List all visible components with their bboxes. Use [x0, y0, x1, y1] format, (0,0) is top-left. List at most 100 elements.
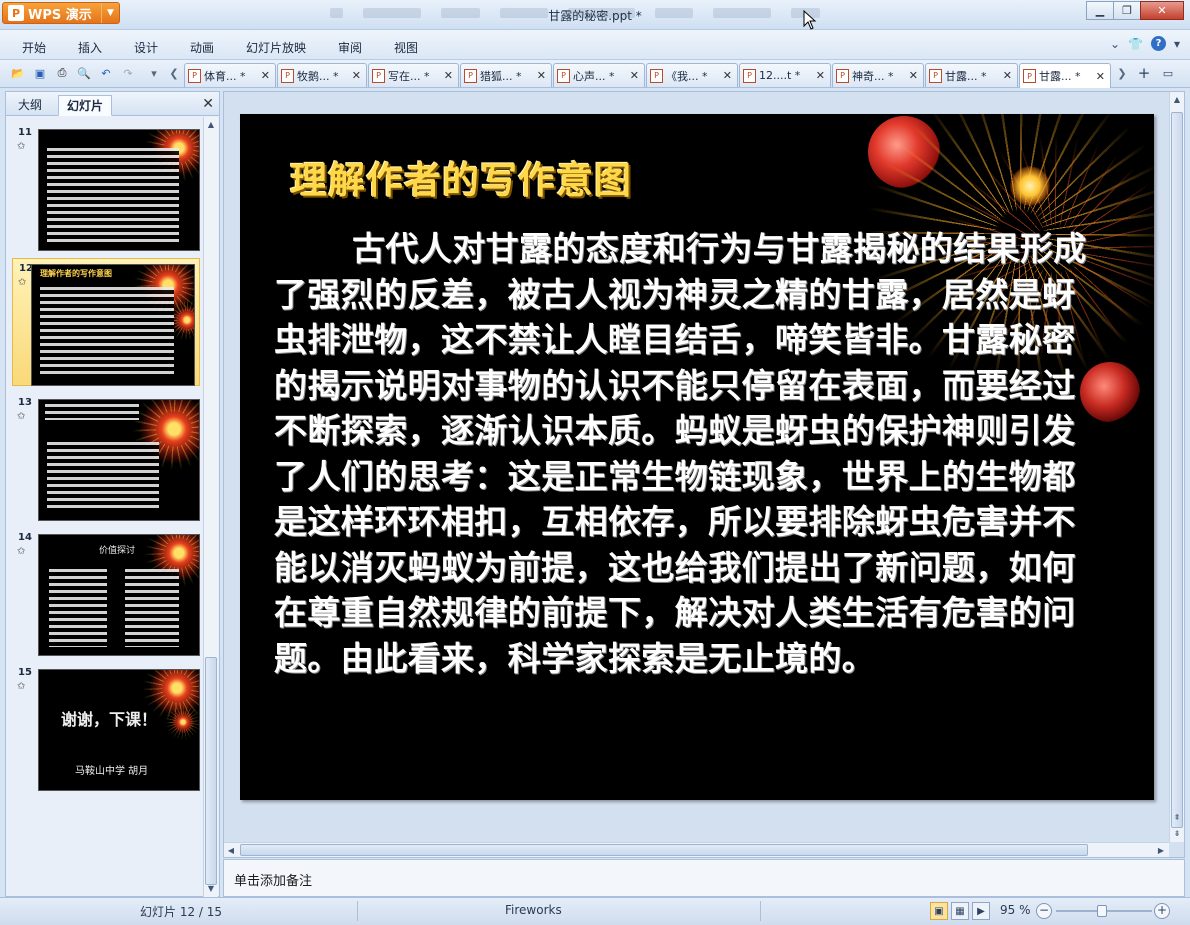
open-folder-icon[interactable]: 📂 — [10, 65, 26, 81]
slide-vertical-scrollbar[interactable]: ▲ ⇞ ⇟ — [1169, 92, 1184, 842]
close-tab-icon[interactable]: ✕ — [1096, 70, 1105, 83]
zoom-out-icon[interactable]: − — [1036, 903, 1052, 919]
previous-slide-icon[interactable]: ⇞ — [1170, 810, 1184, 824]
slide-body-text[interactable]: 古代人对甘露的态度和行为与甘露揭秘的结果形成了强烈的反差，被古人视为神灵之精的甘… — [274, 226, 1090, 681]
mouse-cursor-icon — [803, 10, 817, 30]
close-panel-icon[interactable]: ✕ — [202, 96, 214, 112]
slideshow-view-icon[interactable]: ▶ — [972, 902, 990, 920]
slide-preview — [38, 399, 200, 521]
zoom-level: 95 % — [1000, 903, 1031, 917]
print-preview-icon[interactable]: 🔍 — [76, 65, 92, 81]
doc-tab[interactable]: P 心声... * ✕ — [553, 63, 645, 87]
animation-star-icon: ✩ — [18, 277, 27, 288]
slide-thumbnail-13[interactable]: 13 ✩ — [12, 393, 200, 521]
zoom-in-icon[interactable]: + — [1154, 903, 1170, 919]
status-divider — [760, 901, 761, 921]
close-tab-icon[interactable]: ✕ — [444, 69, 453, 82]
tabs-scroll-left-icon[interactable]: ❮ — [166, 65, 182, 81]
status-divider — [357, 901, 358, 921]
slide-thumbnail-15[interactable]: 15 ✩ 谢谢，下课！ 马鞍山中学 胡月 — [12, 663, 200, 791]
zoom-slider-handle[interactable] — [1096, 905, 1107, 917]
save-icon[interactable]: ▣ — [32, 65, 48, 81]
slide-thumbnail-14[interactable]: 14 ✩ 价值探讨 — [12, 528, 200, 656]
tabs-scroll-right-icon[interactable]: ❯ — [1114, 65, 1130, 81]
skin-icon[interactable]: 👕 — [1128, 37, 1143, 51]
close-tab-icon[interactable]: ✕ — [1003, 69, 1012, 82]
help-dropdown-icon[interactable]: ▾ — [1174, 37, 1180, 51]
print-icon[interactable]: ⎙ — [54, 65, 70, 81]
close-tab-icon[interactable]: ✕ — [537, 69, 546, 82]
panel-tab-strip: 大纲 幻灯片 ✕ — [6, 92, 219, 116]
menu-item-design[interactable]: 设计 — [134, 39, 158, 56]
menu-item-slideshow[interactable]: 幻灯片放映 — [246, 39, 306, 56]
doc-tab-active[interactable]: P 甘露... * ✕ — [1019, 63, 1111, 88]
minimize-icon[interactable]: ▁ — [1086, 1, 1114, 20]
window-controls: ▁ ❐ ✕ — [1086, 1, 1184, 20]
slide-sorter-view-icon[interactable]: ▦ — [951, 902, 969, 920]
doc-tab[interactable]: P 猎狐... * ✕ — [460, 63, 552, 87]
notes-placeholder[interactable]: 单击添加备注 — [234, 870, 312, 889]
scroll-left-icon[interactable]: ◀ — [224, 843, 238, 857]
menu-item-animation[interactable]: 动画 — [190, 39, 214, 56]
menu-item-review[interactable]: 审阅 — [338, 39, 362, 56]
close-tab-icon[interactable]: ✕ — [909, 69, 918, 82]
slide-thumbnail-12[interactable]: 12 ✩ 理解作者的写作意图 — [12, 258, 200, 386]
doc-tab[interactable]: P 写在... * ✕ — [368, 63, 459, 87]
current-slide[interactable]: 理解作者的写作意图 古代人对甘露的态度和行为与甘露揭秘的结果形成了强烈的反差，被… — [240, 114, 1154, 800]
doc-tab[interactable]: P 体育... * ✕ — [184, 63, 276, 87]
slide-number: 14 — [18, 532, 32, 543]
scrollbar-thumb[interactable] — [205, 657, 217, 885]
menu-item-home[interactable]: 开始 — [22, 39, 46, 56]
notes-pane[interactable]: 单击添加备注 — [223, 859, 1185, 897]
ppt-file-icon: P — [1023, 69, 1036, 83]
help-icon[interactable]: ? — [1150, 36, 1166, 51]
thumbnail-subtitle: 马鞍山中学 胡月 — [75, 766, 149, 777]
doc-tab[interactable]: P 《我... * ✕ — [646, 63, 738, 87]
ppt-file-icon: P — [557, 68, 570, 83]
scroll-up-icon[interactable]: ▲ — [204, 117, 218, 131]
close-tab-icon[interactable]: ✕ — [630, 69, 639, 82]
ppt-file-icon: P — [836, 68, 849, 83]
doc-tab[interactable]: P 12....t * ✕ — [739, 63, 831, 87]
slide-title[interactable]: 理解作者的写作意图 — [290, 150, 632, 204]
scrollbar-thumb[interactable] — [240, 844, 1088, 856]
slide-preview: 理解作者的写作意图 — [31, 264, 195, 386]
customize-toolbar-icon[interactable]: ▾ — [146, 65, 162, 81]
thumbnail-scrollbar[interactable]: ▲ ▼ — [203, 117, 218, 897]
title-bar: P WPS 演示 ▼ 甘露的秘密.ppt * ▁ ❐ ✕ — [0, 0, 1190, 30]
document-tab-bar: 📂 ▣ ⎙ 🔍 ↶ ↷ ▾ ❮ P 体育... * ✕ P 牧鹅... * ✕ P 写在.… — [0, 60, 1190, 88]
thumbnail-title: 理解作者的写作意图 — [40, 269, 112, 278]
tab-slides[interactable]: 幻灯片 — [58, 95, 113, 116]
thumbnail-title: 谢谢，下课！ — [61, 710, 158, 729]
slide-thumbnail-11[interactable]: 11 ✩ — [12, 123, 200, 251]
ppt-file-icon: P — [743, 68, 756, 83]
scroll-down-icon[interactable]: ▼ — [204, 881, 218, 895]
close-tab-icon[interactable]: ✕ — [261, 69, 270, 82]
window-title: 甘露的秘密.ppt * — [548, 9, 642, 23]
menu-item-insert[interactable]: 插入 — [78, 39, 102, 56]
slide-horizontal-scrollbar[interactable]: ◀ ▶ — [224, 842, 1169, 857]
redo-icon[interactable]: ↷ — [120, 65, 136, 81]
close-tab-icon[interactable]: ✕ — [723, 69, 732, 82]
ribbon-collapse-icon[interactable]: ⌄ — [1110, 37, 1120, 51]
doc-tab[interactable]: P 牧鹅... * ✕ — [277, 63, 367, 87]
scroll-up-icon[interactable]: ▲ — [1170, 92, 1184, 106]
theme-name: Fireworks — [505, 903, 562, 917]
next-slide-icon[interactable]: ⇟ — [1170, 826, 1184, 840]
new-tab-icon[interactable]: + — [1136, 64, 1152, 82]
restore-icon[interactable]: ❐ — [1113, 1, 1141, 20]
close-icon[interactable]: ✕ — [1140, 1, 1184, 20]
normal-view-icon[interactable]: ▣ — [930, 902, 948, 920]
slide-preview: 价值探讨 — [38, 534, 200, 656]
menu-item-view[interactable]: 视图 — [394, 39, 418, 56]
ppt-file-icon: P — [188, 68, 201, 83]
tab-list-icon[interactable]: ▭ — [1160, 65, 1176, 81]
doc-tab[interactable]: P 神奇... * ✕ — [832, 63, 924, 87]
close-tab-icon[interactable]: ✕ — [352, 69, 361, 82]
undo-icon[interactable]: ↶ — [98, 65, 114, 81]
close-tab-icon[interactable]: ✕ — [816, 69, 825, 82]
scroll-right-icon[interactable]: ▶ — [1154, 843, 1168, 857]
doc-tab[interactable]: P 甘露... * ✕ — [925, 63, 1018, 87]
tab-outline[interactable]: 大纲 — [10, 95, 50, 116]
scrollbar-thumb[interactable] — [1171, 112, 1183, 828]
